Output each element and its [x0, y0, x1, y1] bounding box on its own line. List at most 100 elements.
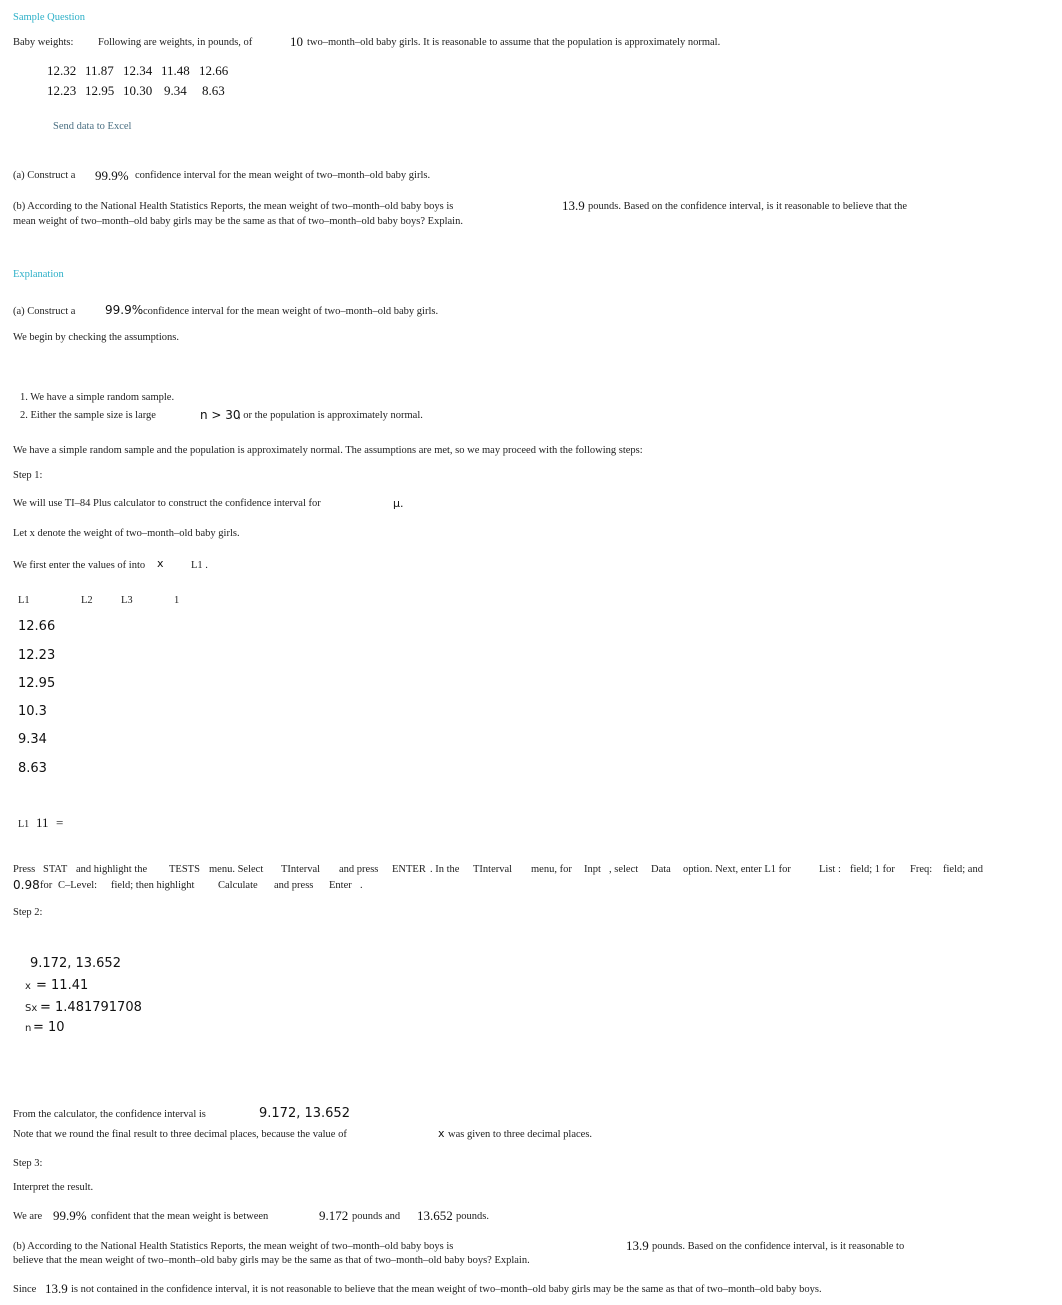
lower-bound: 9.172 [319, 1208, 349, 1223]
data-cell: 10.30 [123, 83, 153, 98]
option-data: Data [651, 864, 671, 875]
part-b-post: pounds. Based on the confidence interval… [588, 201, 907, 212]
exp-part-b-line2: believe that the mean weight of two–mont… [13, 1255, 530, 1266]
step1-line1: We will use TI–84 Plus calculator to con… [13, 498, 321, 509]
confidence-level: 99.9% [95, 168, 129, 183]
assumptions-intro: We begin by checking the assumptions. [13, 332, 179, 343]
exp-part-a-post: confidence interval for the mean weight … [143, 306, 439, 317]
field-freq: Freq: [910, 864, 933, 875]
instr-text: option. Next, enter L1 for [683, 864, 791, 875]
instr-text: menu, for [531, 864, 572, 875]
list-footer-label: L1 [18, 819, 30, 830]
output-sx-label: Sx [25, 1003, 38, 1014]
key-enter: Enter [329, 880, 352, 891]
list-header: L3 [121, 595, 133, 606]
assumption-item: 2. Either the sample size is large [20, 410, 156, 421]
field-list: List : [819, 864, 841, 875]
send-data-to-excel-link[interactable]: Send data to Excel [53, 121, 131, 132]
option-tinterval: TInterval [473, 864, 513, 875]
key-enter: ENTER [392, 864, 426, 875]
instr-text: , select [609, 864, 639, 875]
sample-size-condition: n > 30 [200, 408, 241, 422]
field-inpt: Inpt [584, 864, 601, 875]
instr-text: field; and [943, 864, 983, 875]
note-post: was given to three decimal places. [448, 1129, 593, 1140]
data-cell: 11.87 [85, 63, 114, 78]
instr-text: field; 1 for [850, 864, 895, 875]
list-value: 9.34 [18, 732, 47, 747]
exp-part-a-pre: (a) Construct a [13, 306, 76, 317]
data-cell: 12.23 [47, 83, 77, 98]
data-cell: 12.66 [199, 63, 229, 78]
step1-line2: Let x denote the weight of two–month–old… [13, 528, 240, 539]
from-calc-post: . [337, 1109, 340, 1120]
note-x: x [438, 1127, 445, 1140]
list-footer-value: 11 [36, 815, 49, 830]
step2-label: Step 2: [13, 907, 43, 918]
instr-text: field; then highlight [111, 880, 195, 891]
explanation-heading: Explanation [13, 269, 64, 280]
pounds-and: pounds and [352, 1211, 401, 1222]
exp-part-b-post: pounds. Based on the confidence interval… [652, 1241, 905, 1252]
mu-symbol: μ. [393, 497, 404, 510]
assumptions-met: We have a simple random sample and the p… [13, 445, 643, 456]
part-a-pre: (a) Construct a [13, 170, 76, 181]
confident-text: confident that the mean weight is betwee… [91, 1211, 269, 1222]
exp-boys-mean: 13.9 [626, 1238, 649, 1253]
field-clevel: C–Level: [58, 880, 98, 891]
assumption-item-post: , or the population is approximately nor… [238, 410, 423, 421]
since-value: 13.9 [45, 1281, 68, 1296]
instr-text: and highlight the [76, 864, 148, 875]
boys-mean-value: 13.9 [562, 198, 585, 213]
part-a-post: confidence interval for the mean weight … [135, 170, 431, 181]
since-text: Since [13, 1284, 37, 1295]
sample-question-heading: Sample Question [13, 12, 86, 23]
list-value: 12.66 [18, 619, 56, 634]
variable-x: x [157, 557, 164, 570]
list-header: L1 [18, 595, 30, 606]
list-value: 10.3 [18, 704, 47, 719]
list-name: L1 . [191, 560, 208, 571]
data-cell: 12.32 [47, 63, 77, 78]
data-cell: 12.95 [85, 83, 115, 98]
output-interval: 9.172, 13.652 [30, 956, 121, 971]
instr-text: menu. Select [209, 864, 264, 875]
step3-label: Step 3: [13, 1158, 43, 1169]
list-value: 12.95 [18, 676, 56, 691]
question-label: Baby weights: [13, 37, 74, 48]
menu-tests: TESTS [169, 864, 200, 875]
instr-text: . [360, 880, 363, 891]
data-cell: 11.48 [161, 63, 190, 78]
interpret-text: Interpret the result. [13, 1182, 94, 1193]
instr-text: and press [274, 880, 314, 891]
output-xbar-label: x [25, 981, 31, 992]
output-sx-value: = 1.481791708 [40, 1000, 142, 1015]
step1-label: Step 1: [13, 470, 43, 481]
part-b-pre: (b) According to the National Health Sta… [13, 201, 454, 212]
from-calc-pre: From the calculator, the confidence inte… [13, 1109, 206, 1120]
option-calculate: Calculate [218, 880, 258, 891]
instr-text: for [40, 880, 53, 891]
note-pre: Note that we round the final result to t… [13, 1129, 347, 1140]
list-footer-eq: = [56, 815, 64, 830]
list-value: 12.23 [18, 648, 56, 663]
output-n-label: n [25, 1023, 32, 1034]
instr-text: Press [13, 864, 36, 875]
step1-line3: We first enter the values of into [13, 560, 146, 571]
pounds: pounds. [456, 1211, 489, 1222]
key-stat: STAT [43, 864, 68, 875]
clevel-value: 0.98 [13, 878, 40, 892]
conclusion-text: is not contained in the confidence inter… [71, 1284, 822, 1295]
part-b-line2: mean weight of two–month–old baby girls … [13, 216, 463, 227]
output-n-value: = 10 [33, 1020, 65, 1035]
list-header: L2 [81, 595, 93, 606]
option-tinterval: TInterval [281, 864, 321, 875]
list-value: 8.63 [18, 761, 47, 776]
list-header: 1 [174, 595, 180, 606]
step3-confidence: 99.9% [53, 1208, 87, 1223]
instr-text: and press [339, 864, 379, 875]
assumption-item: 1. We have a simple random sample. [20, 392, 175, 403]
data-cell: 9.34 [164, 83, 187, 98]
question-intro-post: two–month–old baby girls. It is reasonab… [307, 37, 721, 48]
data-cell: 8.63 [202, 83, 225, 98]
